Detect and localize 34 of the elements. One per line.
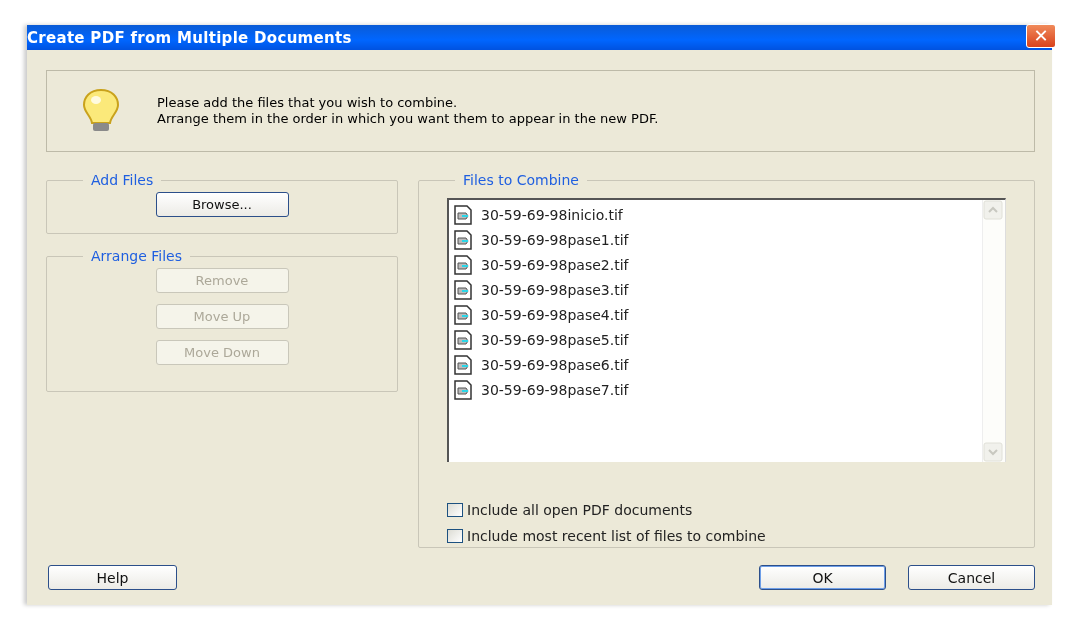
file-name[interactable]: 30-59-69-98pase3.tif <box>481 281 629 298</box>
scanned-document-icon <box>453 354 473 375</box>
scrollbar[interactable] <box>982 200 1005 462</box>
scanned-document-icon <box>453 279 473 300</box>
scroll-down-icon[interactable] <box>983 442 1003 462</box>
dialog-button[interactable]: OK <box>759 565 886 590</box>
scanned-document-icon <box>453 329 473 350</box>
scanned-document-icon <box>453 204 473 225</box>
group-title: Files to Combine <box>462 172 580 188</box>
dialog-button[interactable]: Cancel <box>908 565 1035 590</box>
file-name[interactable]: 30-59-69-98pase6.tif <box>481 356 629 373</box>
instruction-text: Please add the files that you wish to combine. <box>157 95 459 111</box>
file-name[interactable]: 30-59-69-98pase4.tif <box>481 306 629 323</box>
file-name[interactable]: 30-59-69-98inicio.tif <box>481 206 623 223</box>
checkbox[interactable] <box>447 503 463 517</box>
group-title: Arrange Files <box>90 248 183 264</box>
scanned-document-icon <box>453 379 473 400</box>
file-name[interactable]: 30-59-69-98pase5.tif <box>481 331 629 348</box>
scanned-document-icon <box>453 229 473 250</box>
group-title: Add Files <box>90 172 155 188</box>
file-name[interactable]: 30-59-69-98pase2.tif <box>481 256 629 273</box>
scanned-document-icon <box>453 254 473 275</box>
scroll-up-icon[interactable] <box>983 200 1003 220</box>
instruction-text: Arrange them in the order in which you want them to appear in the new PDF. <box>157 111 659 127</box>
scanned-document-icon <box>453 304 473 325</box>
lightbulb-icon <box>81 88 121 134</box>
file-name[interactable]: 30-59-69-98pase1.tif <box>481 231 629 248</box>
checkbox-label: Include most recent list of files to combine <box>467 528 766 544</box>
dialog-button[interactable]: Help <box>48 565 177 590</box>
dialog-button[interactable]: Browse... <box>155 192 289 217</box>
checkbox-label: Include all open PDF documents <box>467 502 693 518</box>
checkbox[interactable] <box>447 529 463 543</box>
window-title: Create PDF from Multiple Documents <box>27 28 352 47</box>
file-name[interactable]: 30-59-69-98pase7.tif <box>481 381 629 398</box>
